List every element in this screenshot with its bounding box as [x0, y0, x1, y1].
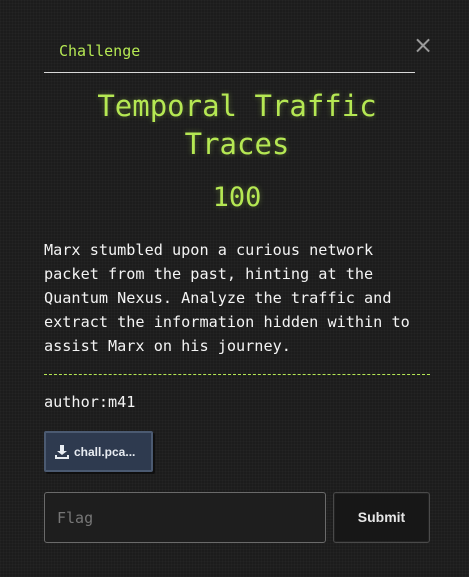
divider — [44, 374, 430, 375]
download-icon — [55, 445, 69, 459]
submit-button[interactable]: Submit — [333, 492, 430, 543]
challenge-points: 100 — [212, 182, 262, 213]
challenge-title-line: Traces — [184, 127, 290, 161]
challenge-title-line: Temporal Traffic — [97, 89, 377, 123]
challenge-title: Temporal Traffic Traces — [44, 87, 430, 163]
challenge-modal: Challenge × Temporal Traffic Traces 100 … — [0, 0, 469, 577]
file-name-label: chall.pca... — [74, 445, 136, 459]
description-line: Marx stumbled upon a curious network — [44, 241, 374, 259]
close-icon[interactable]: × — [412, 33, 434, 57]
challenge-author: author:m41 — [44, 393, 136, 411]
description-line: extract the information hidden within to — [44, 313, 410, 331]
challenge-tab-label: Challenge — [59, 42, 141, 60]
description-line: assist Marx on his journey. — [44, 337, 291, 355]
challenge-description: Marx stumbled upon a curious network pac… — [44, 238, 436, 358]
download-file-button[interactable]: chall.pca... — [44, 431, 153, 472]
challenge-tab[interactable]: Challenge — [44, 40, 415, 73]
description-line: packet from the past, hinting at the — [44, 265, 374, 283]
flag-input[interactable] — [44, 492, 326, 543]
description-line: Quantum Nexus. Analyze the traffic and — [44, 289, 392, 307]
